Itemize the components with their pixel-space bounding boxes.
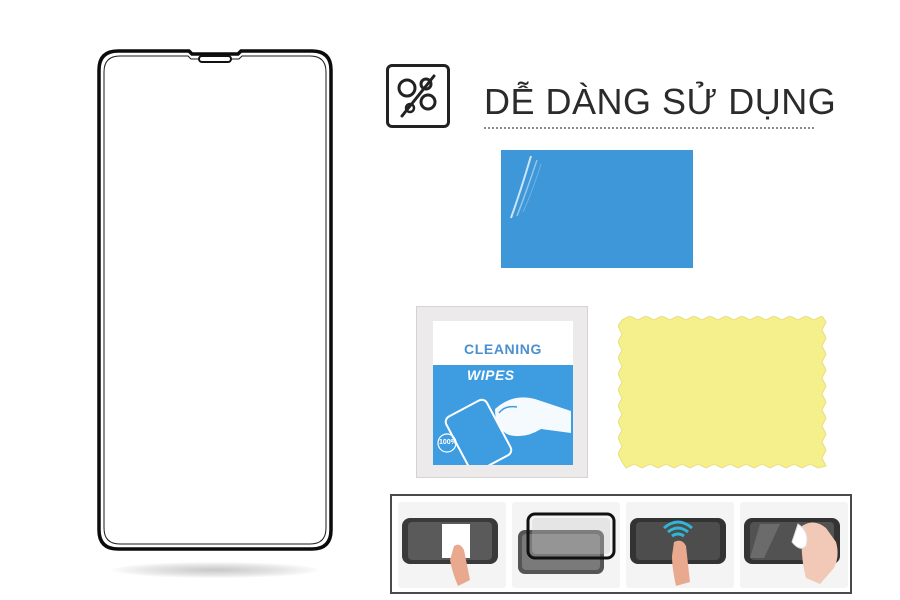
cleaning-wipes-packet: CLEANING WIPES 100% xyxy=(416,306,588,478)
no-bubbles-icon xyxy=(386,64,450,128)
heading-underline xyxy=(484,127,814,129)
step-remove-dust xyxy=(398,502,506,588)
installation-steps xyxy=(390,494,852,594)
step-press-center xyxy=(626,502,734,588)
wipes-label: CLEANING WIPES 100% xyxy=(433,321,573,465)
wipes-badge: 100% xyxy=(439,439,457,446)
wipes-illustration: WIPES 100% xyxy=(433,365,573,465)
tempered-glass-screen-protector xyxy=(96,48,334,552)
step-place-glass xyxy=(512,502,620,588)
dust-removal-sticker xyxy=(501,150,693,268)
heading-easy-to-use: DỄ DÀNG SỬ DỤNG xyxy=(484,81,837,122)
wipes-title: CLEANING xyxy=(464,341,542,357)
glass-shadow xyxy=(112,562,318,578)
microfiber-cloth xyxy=(617,315,830,477)
step-wipe-bubbles xyxy=(740,502,848,588)
